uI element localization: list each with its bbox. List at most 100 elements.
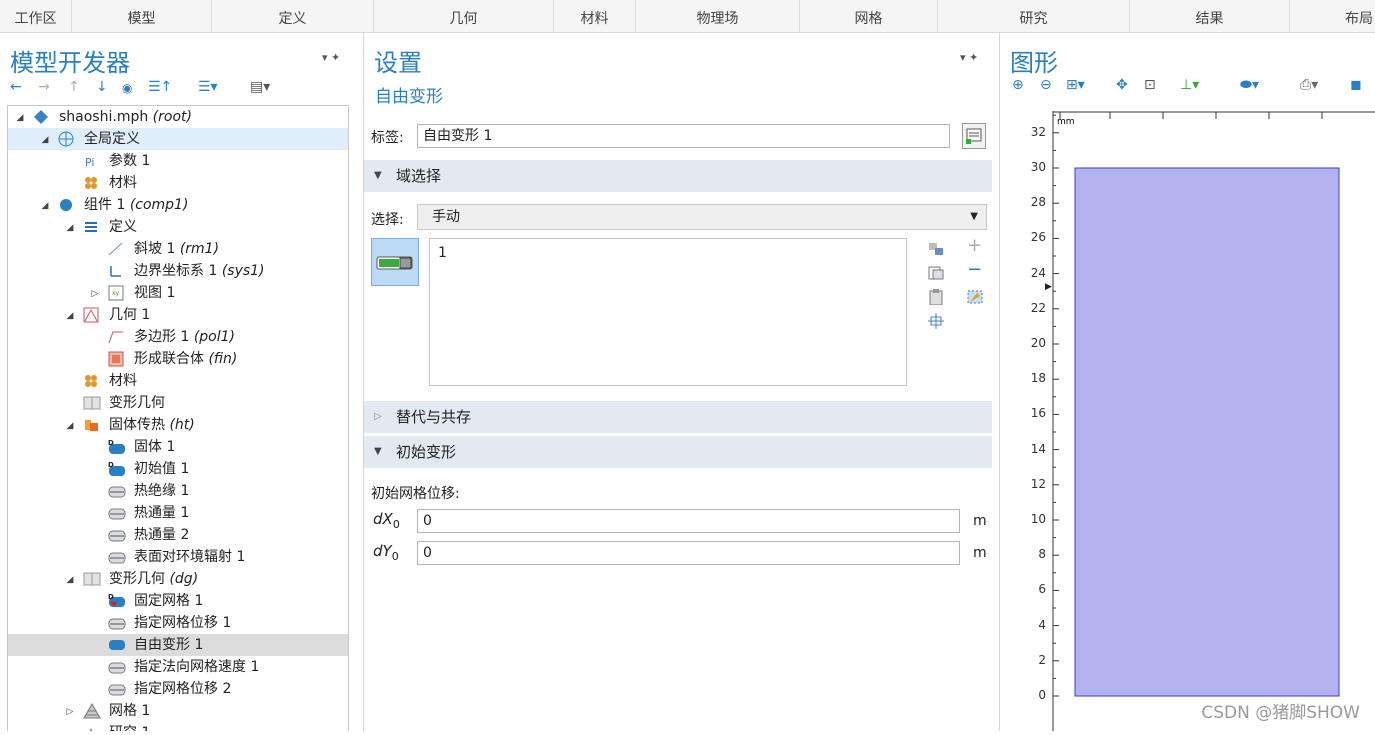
tree-node[interactable]: 变形几何 (8, 392, 348, 414)
settings-pin-icon[interactable]: ▾ ✦ (960, 51, 978, 64)
tree-node[interactable]: 指定网格位移 2 (8, 678, 348, 700)
collapse-arrow-icon[interactable]: ◢ (39, 195, 51, 217)
paste-selection-icon[interactable] (927, 265, 945, 281)
tree-node[interactable]: 形成联合体 (fin) (8, 348, 348, 370)
tree-node[interactable]: 研究 1 (8, 722, 348, 731)
remove-icon[interactable]: − (967, 259, 982, 280)
back-icon[interactable]: ← (10, 79, 22, 95)
zoom-selection-icon[interactable] (927, 313, 945, 329)
initial-deformation-section[interactable]: ▼ 初始变形 (364, 436, 992, 468)
collapse-icon[interactable]: ☰▾ (198, 79, 218, 95)
fit-icon[interactable]: ⊡ (1144, 77, 1156, 93)
tree-node[interactable]: 指定法向网格速度 1 (8, 656, 348, 678)
tree-node[interactable]: 斜坡 1 (rm1) (8, 238, 348, 260)
view-options-icon[interactable]: ▤▾ (250, 79, 270, 95)
collapse-arrow-icon[interactable]: ◢ (14, 107, 26, 129)
copy-selection-icon[interactable] (927, 241, 945, 257)
add-icon[interactable]: + (967, 235, 982, 256)
tab-layout[interactable]: 布局 (1290, 0, 1375, 33)
expand-arrow-icon[interactable]: ▷ (64, 701, 76, 723)
tab-materials[interactable]: 材料 (554, 0, 636, 33)
collapse-arrow-icon[interactable]: ◢ (64, 569, 76, 591)
screenshot-icon[interactable]: ◼ (1350, 77, 1362, 93)
definitions-icon (83, 219, 99, 235)
domain-icon: D (108, 439, 125, 455)
geometry-domain[interactable] (1074, 167, 1340, 697)
settings-panel: 设置 ▾ ✦ 自由变形 标签: 自由变形 1 ▼ 域选择 选择: 手动 ▼ 1 … (363, 33, 993, 731)
clipboard-icon[interactable] (927, 289, 945, 306)
tree-node[interactable]: ◢ 组件 1 (comp1) (8, 194, 348, 216)
collapse-arrow-icon[interactable]: ◢ (39, 129, 51, 151)
selection-list[interactable]: 1 (429, 238, 907, 386)
selection-list-item[interactable]: 1 (438, 245, 447, 261)
move-down-icon[interactable]: ↓ (96, 79, 108, 95)
tree-node[interactable]: 自由变形 1 (8, 634, 348, 656)
tree-node[interactable]: 热通量 1 (8, 502, 348, 524)
tree-node[interactable]: D 固定网格 1 (8, 590, 348, 612)
zoom-box-icon[interactable]: ⊞▾ (1066, 77, 1085, 93)
print-icon[interactable]: ⎙▾ (1300, 77, 1318, 93)
tree-node[interactable]: 材料 (8, 172, 348, 194)
tab-mesh[interactable]: 网格 (800, 0, 938, 33)
zoom-out-icon[interactable]: ⊖ (1040, 77, 1052, 93)
tree-node-label: 研究 1 (109, 722, 150, 731)
tree-node-label: 定义 (109, 219, 137, 235)
panel-pin-icon[interactable]: ▾ ✦ (322, 51, 340, 64)
graphics-canvas[interactable]: mm (1052, 111, 1375, 731)
tree-node[interactable]: 热通量 2 (8, 524, 348, 546)
tab-definitions[interactable]: 定义 (212, 0, 374, 33)
axis-icon[interactable]: ⊥▾ (1180, 77, 1199, 93)
tree-node[interactable]: ◢ 变形几何 (dg) (8, 568, 348, 590)
label-edit-icon[interactable] (962, 123, 986, 149)
collapse-arrow-icon[interactable]: ◢ (64, 217, 76, 239)
tree-node-tag: (rm1) (179, 241, 220, 257)
dy-input[interactable]: 0 (417, 541, 960, 565)
tab-workspace[interactable]: 工作区 (0, 0, 72, 33)
tab-results[interactable]: 结果 (1130, 0, 1290, 33)
tree-node[interactable]: 材料 (8, 370, 348, 392)
tree-node[interactable]: ◢ 定义 (8, 216, 348, 238)
clear-selection-icon[interactable] (966, 289, 984, 305)
collapse-arrow-icon[interactable]: ◢ (64, 305, 76, 327)
plot-area[interactable]: mm (1052, 111, 1375, 731)
label-field[interactable]: 自由变形 1 (417, 124, 950, 148)
deformed-geometry-icon (83, 571, 101, 587)
tree-node[interactable]: 表面对环境辐射 1 (8, 546, 348, 568)
move-up-icon[interactable]: ↑ (68, 79, 80, 95)
ramp-icon (108, 241, 124, 257)
tree-node[interactable]: ◢ 全局定义 (8, 128, 348, 150)
tree-node[interactable]: Pi 参数 1 (8, 150, 348, 172)
tree-node[interactable]: 热绝缘 1 (8, 480, 348, 502)
collapse-arrow-icon[interactable]: ◢ (64, 415, 76, 437)
show-icon[interactable]: ◉ (122, 81, 132, 95)
selection-dropdown[interactable]: 手动 ▼ (417, 204, 987, 230)
tree-node[interactable]: ▷ 网格 1 (8, 700, 348, 722)
tab-physics[interactable]: 物理场 (636, 0, 800, 33)
tree-node[interactable]: ▷ xy 视图 1 (8, 282, 348, 304)
expand-arrow-icon[interactable]: ▷ (89, 283, 101, 305)
tree-node[interactable]: 指定网格位移 1 (8, 612, 348, 634)
tab-model[interactable]: 模型 (72, 0, 212, 33)
tab-study[interactable]: 研究 (938, 0, 1130, 33)
tree-node[interactable]: D 初始值 1 (8, 458, 348, 480)
expand-icon[interactable]: ☰↑ (148, 79, 172, 95)
model-tree[interactable]: ◢ shaoshi.mph (root) ◢ 全局定义 Pi 参数 1 材料 ◢ 组件 1 (c… (7, 105, 349, 731)
tree-node[interactable]: ◢ 几何 1 (8, 304, 348, 326)
tab-geometry[interactable]: 几何 (374, 0, 554, 33)
tree-node-label: 自由变形 1 (134, 637, 204, 653)
tree-node[interactable]: ◢ shaoshi.mph (root) (8, 106, 348, 128)
tree-node[interactable]: ◢ 固体传热 (ht) (8, 414, 348, 436)
tree-node[interactable]: 边界坐标系 1 (sys1) (8, 260, 348, 282)
forward-icon[interactable]: → (38, 79, 50, 95)
select-icon[interactable]: ⬬▾ (1240, 77, 1259, 93)
override-section[interactable]: ▷ 替代与共存 (364, 401, 992, 433)
zoom-in-icon[interactable]: ⊕ (1012, 77, 1024, 93)
zoom-extents-icon[interactable]: ✥ (1116, 77, 1128, 93)
domain-selection-section[interactable]: ▼ 域选择 (364, 160, 992, 192)
y-tick-label: 16 (1030, 406, 1046, 421)
tree-node[interactable]: 多边形 1 (pol1) (8, 326, 348, 348)
tree-node[interactable]: D 固体 1 (8, 436, 348, 458)
y-tick-label: 10 (1030, 512, 1046, 526)
dx-input[interactable]: 0 (417, 509, 960, 533)
activate-selection-button[interactable] (371, 238, 419, 286)
